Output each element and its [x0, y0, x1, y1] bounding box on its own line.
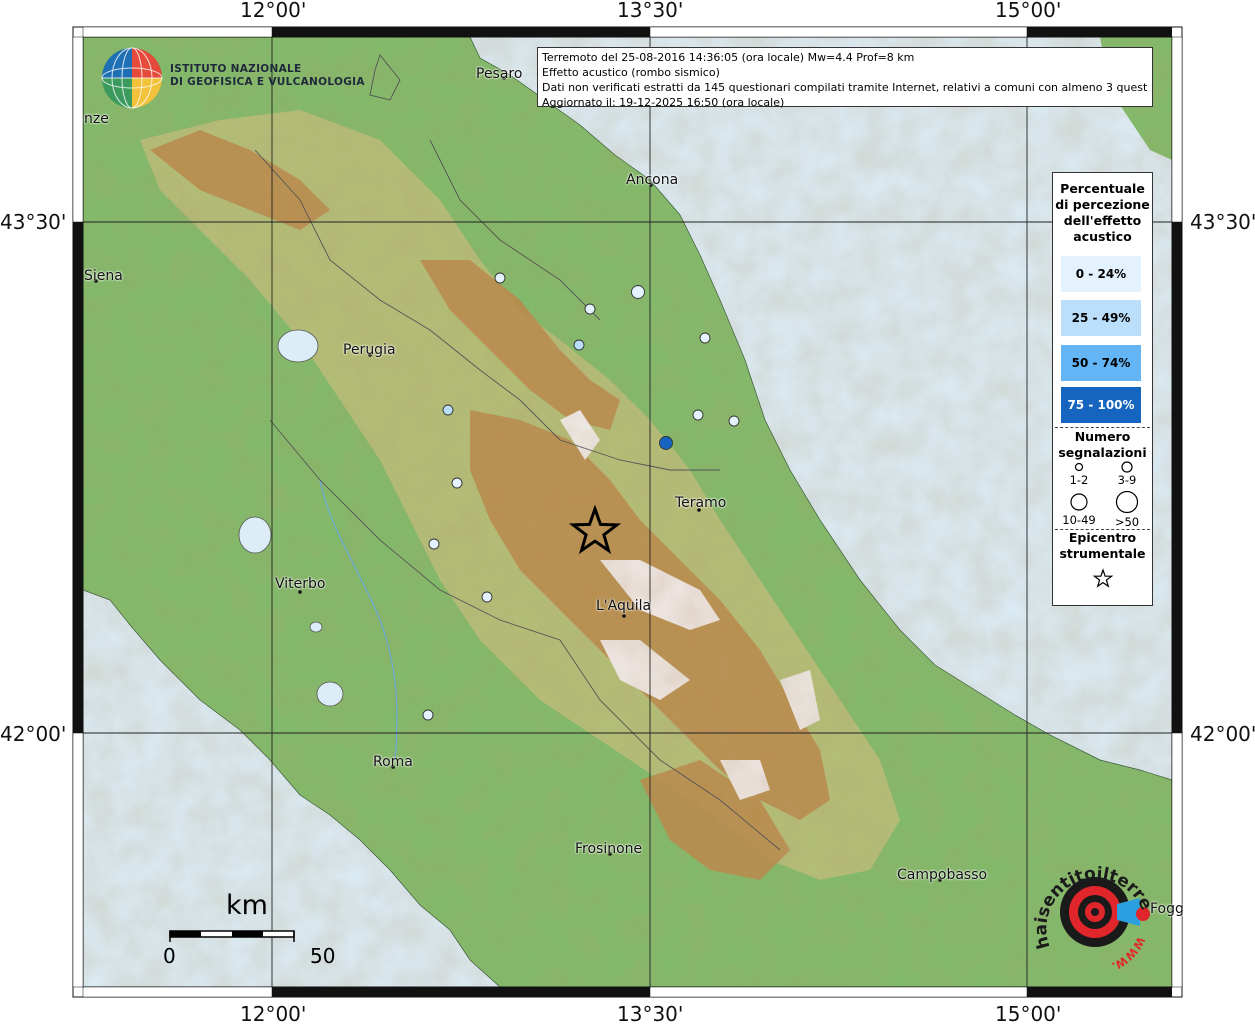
lon-tick-bottom-2: 13°30' [617, 1002, 684, 1026]
lake-bolsena [238, 516, 272, 554]
lat-tick-left-2: 42°00' [0, 722, 67, 746]
legend-divider [1055, 427, 1150, 428]
scale-start: 0 [163, 944, 176, 968]
badge-text: haisentitoilterremoto.it WWW. [1030, 852, 1156, 973]
observation-point [422, 709, 434, 721]
city-label-perugia: Perugia [343, 342, 396, 358]
observation-point [692, 409, 704, 421]
observation-point [631, 285, 645, 299]
logo-line-2: DI GEOFISICA E VULCANOLOGIA [170, 76, 365, 88]
lon-tick-bottom-1: 12°00' [240, 1002, 307, 1026]
lake-trasimeno [277, 329, 319, 363]
legend-title-line: acustico [1073, 229, 1132, 244]
observation-point [728, 415, 740, 427]
legend-title-line: di percezione [1055, 197, 1150, 212]
lake-vico [309, 621, 323, 633]
legend-title-line: dell'effetto [1063, 213, 1142, 228]
ingv-logo-text: ISTITUTO NAZIONALE DI GEOFISICA E VULCAN… [170, 63, 365, 89]
legend-class-3: 75 - 100% [1061, 387, 1141, 423]
event-info-box: Terremoto del 25-08-2016 14:36:05 (ora l… [537, 47, 1153, 109]
lat-tick-right-2: 42°00' [1190, 722, 1255, 746]
city-label-viterbo: Viterbo [275, 576, 326, 592]
legend-class-0: 0 - 24% [1061, 256, 1141, 292]
logo-line-1: ISTITUTO NAZIONALE [170, 63, 302, 75]
scale-end: 50 [310, 944, 336, 968]
observation-point [442, 404, 454, 416]
observation-point [481, 591, 493, 603]
observation-point [451, 477, 463, 489]
observation-point [428, 538, 440, 550]
city-label-laquila: L'Aquila [596, 598, 652, 614]
observation-point [494, 272, 506, 284]
lon-tick-top-2: 13°30' [617, 0, 684, 22]
legend-count-title: Numero segnalazioni [1053, 429, 1152, 461]
legend-epicenter-title: Epicentro strumentale [1053, 530, 1152, 562]
legend-count-10-49: 10-49 [1062, 513, 1096, 527]
event-data-note: Dati non verificati estratti da 145 ques… [542, 81, 1148, 94]
observation-point [584, 303, 596, 315]
city-label-frosinone: Frosinone [575, 841, 643, 857]
legend-title-line: Percentuale [1060, 181, 1145, 196]
observation-point [699, 332, 711, 344]
legend-class-2: 50 - 74% [1061, 345, 1141, 381]
city-label-roma: Roma [373, 754, 413, 770]
lake-bracciano [316, 681, 344, 707]
city-label-pesaro: Pesaro [476, 66, 523, 82]
city-label-ancona: Ancona [626, 172, 679, 188]
lat-tick-left-1: 43°30' [0, 210, 67, 234]
legend-count-title-line: Numero [1074, 429, 1131, 444]
observation-point [573, 339, 585, 351]
city-label-firenze-partial: nze [84, 111, 109, 127]
legend-count-3-9: 3-9 [1117, 473, 1137, 487]
legend-star-icon [1092, 568, 1114, 588]
lon-tick-top-3: 15°00' [995, 0, 1062, 22]
city-label-teramo: Teramo [675, 495, 727, 511]
event-effect: Effetto acustico (rombo sismico) [542, 66, 720, 79]
event-title: Terremoto del 25-08-2016 14:36:05 (ora l… [542, 51, 915, 64]
legend-count-50: >50 [1114, 515, 1140, 529]
lat-tick-right-1: 43°30' [1190, 210, 1255, 234]
observation-point [659, 436, 673, 450]
legend-class-1: 25 - 49% [1061, 300, 1141, 336]
lon-tick-top-1: 12°00' [240, 0, 307, 22]
lon-tick-bottom-3: 15°00' [995, 1002, 1062, 1026]
event-updated: Aggiornato il: 19-12-2025 16:50 (ora loc… [542, 96, 785, 109]
legend-panel: Percentuale di percezione dell'effetto a… [1052, 172, 1153, 606]
legend-title: Percentuale di percezione dell'effetto a… [1053, 181, 1152, 245]
legend-count-1-2: 1-2 [1069, 473, 1089, 487]
svg-text:WWW.: WWW. [1110, 935, 1147, 973]
legend-epicenter-title-line: strumentale [1059, 546, 1146, 561]
legend-epicenter-title-line: Epicentro [1068, 530, 1137, 545]
ingv-logo-icon [101, 47, 163, 109]
city-label-siena: Siena [84, 268, 123, 284]
scale-unit: km [226, 890, 268, 921]
city-label-campobasso: Campobasso [897, 867, 988, 883]
